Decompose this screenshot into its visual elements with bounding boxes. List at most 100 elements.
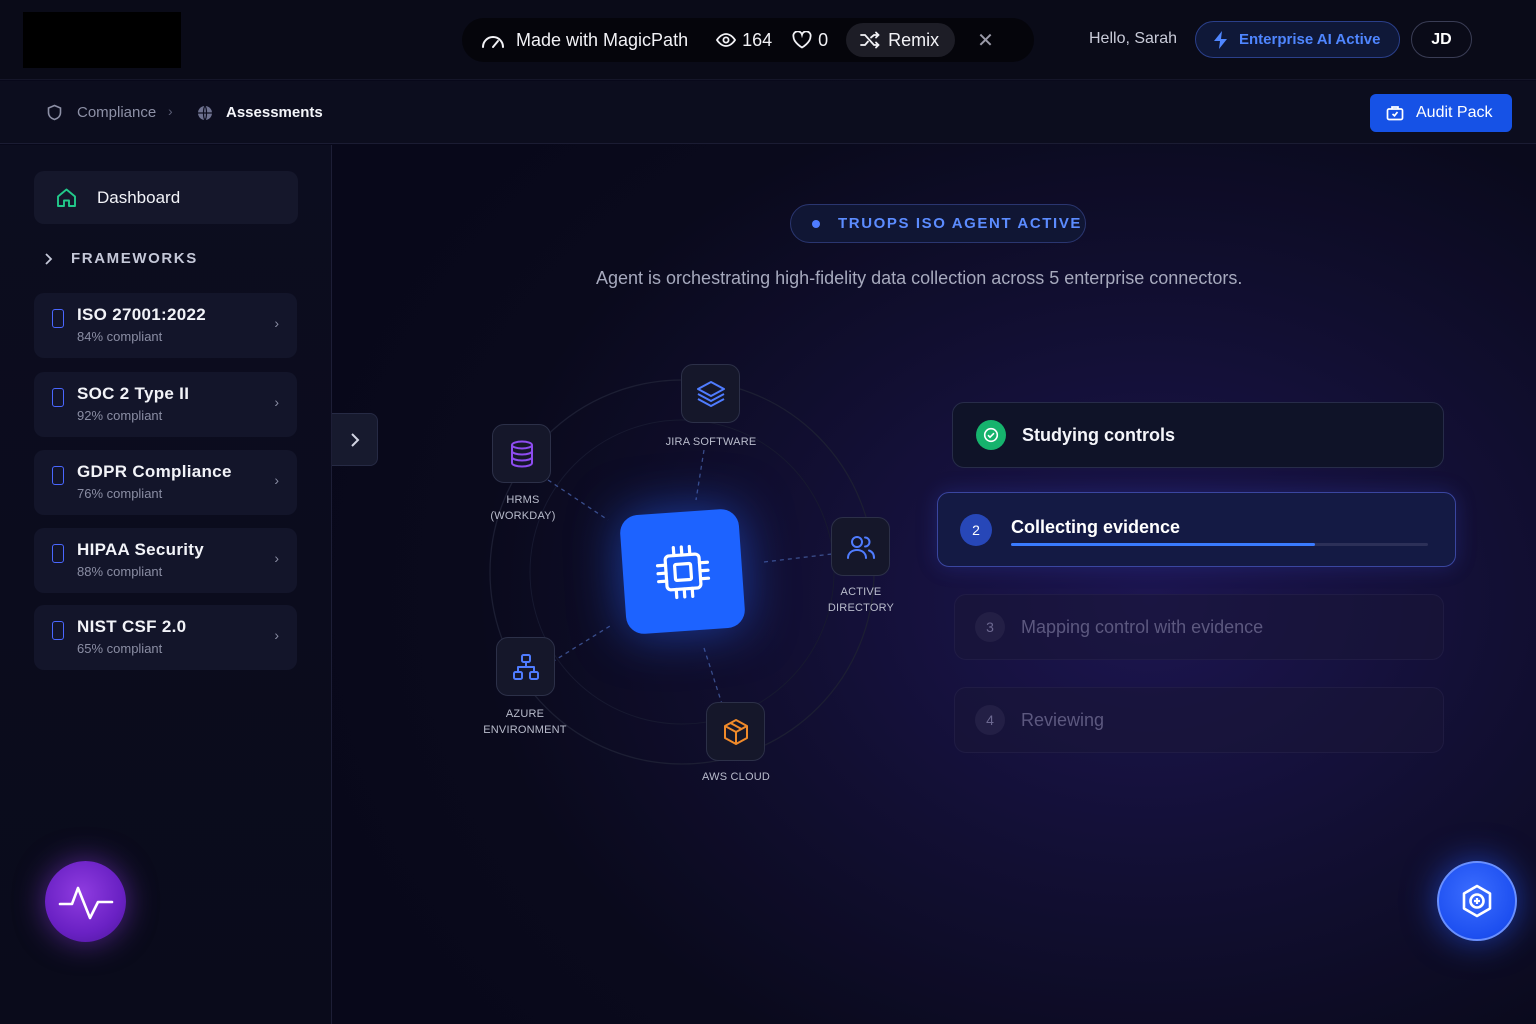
sidebar-collapse-toggle[interactable] xyxy=(332,413,378,466)
likes-count: 0 xyxy=(818,29,829,50)
agent-description: Agent is orchestrating high-fidelity dat… xyxy=(596,268,1243,288)
step-label: Reviewing xyxy=(1021,709,1105,730)
step-reviewing: 4 Reviewing xyxy=(954,687,1444,753)
shuffle-icon xyxy=(860,31,880,49)
step-progress-track xyxy=(1011,543,1428,546)
box-icon xyxy=(723,718,748,745)
chevron-right-icon: › xyxy=(274,394,279,410)
close-icon[interactable]: ✕ xyxy=(977,28,994,53)
remix-label: Remix xyxy=(888,29,940,50)
gauge-icon xyxy=(482,36,504,48)
check-circle-icon xyxy=(976,420,1006,450)
chevron-right-icon: › xyxy=(274,550,279,566)
step-label: Studying controls xyxy=(1022,424,1175,445)
framework-name: GDPR Compliance xyxy=(77,462,232,481)
breadcrumb-separator-icon: › xyxy=(168,103,173,119)
remix-button[interactable]: Remix xyxy=(846,23,956,57)
breadcrumb-assessments[interactable]: Assessments xyxy=(197,81,323,144)
briefcase-icon xyxy=(1386,106,1404,121)
activity-icon xyxy=(58,886,113,919)
connector-active-directory[interactable] xyxy=(831,517,890,576)
step-progress-fill xyxy=(1011,543,1316,546)
network-icon xyxy=(512,653,539,680)
framework-name: NIST CSF 2.0 xyxy=(77,617,187,636)
eye-icon xyxy=(716,33,737,47)
layers-icon xyxy=(696,380,725,407)
framework-item-nist[interactable]: NIST CSF 2.0 65% compliant › xyxy=(34,605,297,670)
step-number: 2 xyxy=(960,513,992,546)
views-count: 164 xyxy=(742,29,773,50)
breadcrumb-assessments-label: Assessments xyxy=(226,104,323,121)
activity-button[interactable] xyxy=(45,861,126,942)
connector-hrms[interactable] xyxy=(492,424,551,483)
heart-icon[interactable] xyxy=(792,31,812,49)
connector-azure-line2: ENVIRONMENT xyxy=(483,724,567,736)
agent-status-badge: TRUOPS ISO AGENT ACTIVE xyxy=(790,204,1086,243)
connector-aws[interactable] xyxy=(706,702,765,761)
framework-status: 76% compliant xyxy=(77,486,163,501)
step-number: 4 xyxy=(975,705,1005,735)
views-stat: 164 xyxy=(716,30,772,51)
enterprise-ai-badge[interactable]: Enterprise AI Active xyxy=(1195,21,1400,58)
globe-icon xyxy=(198,105,212,120)
chevron-right-icon: › xyxy=(274,472,279,488)
connector-aws-label: AWS CLOUD xyxy=(701,771,770,783)
connector-azure[interactable] xyxy=(496,637,555,696)
connector-jira-label: JIRA SOFTWARE xyxy=(665,436,757,448)
magicpath-banner: Made with MagicPath 164 0 Remix ✕ xyxy=(462,18,1034,62)
audit-pack-label: Audit Pack xyxy=(1416,104,1493,121)
breadcrumb-compliance-label: Compliance xyxy=(77,104,157,121)
step-number: 3 xyxy=(975,612,1005,642)
connector-ad-label: ACTIVE DIRECTORY xyxy=(811,584,911,616)
framework-name: HIPAA Security xyxy=(77,540,205,559)
sidebar-item-dashboard[interactable]: Dashboard xyxy=(34,171,298,224)
connector-azure-label: AZURE ENVIRONMENT xyxy=(470,706,580,738)
avatar[interactable]: JD xyxy=(1411,21,1472,58)
framework-item-iso27001[interactable]: ISO 27001:2022 84% compliant › xyxy=(34,293,297,358)
device-icon xyxy=(52,621,64,640)
cpu-icon xyxy=(655,544,710,599)
frameworks-toggle[interactable]: FRAMEWORKS xyxy=(44,250,198,267)
step-label: Collecting evidence xyxy=(1011,517,1181,537)
agent-status-label: TRUOPS ISO AGENT ACTIVE xyxy=(838,215,1083,232)
connector-hrms-name: HRMS xyxy=(506,494,540,506)
users-icon xyxy=(846,535,875,559)
home-icon xyxy=(57,188,76,207)
security-assistant-button[interactable] xyxy=(1437,861,1517,941)
framework-name: SOC 2 Type II xyxy=(77,384,190,403)
framework-status: 92% compliant xyxy=(77,408,163,423)
agent-core-chip[interactable] xyxy=(618,507,747,636)
step-mapping-control: 3 Mapping control with evidence xyxy=(954,594,1444,660)
device-icon xyxy=(52,544,64,563)
connector-azure-line1: AZURE xyxy=(505,708,545,720)
connector-hrms-label: HRMS (WORKDAY) xyxy=(473,492,573,524)
made-with-label[interactable]: Made with MagicPath xyxy=(516,30,688,51)
status-dot xyxy=(812,219,820,228)
logo xyxy=(23,12,181,68)
frameworks-heading: FRAMEWORKS xyxy=(71,250,198,267)
connector-ad-line2: DIRECTORY xyxy=(827,602,895,614)
dashboard-label: Dashboard xyxy=(97,187,181,207)
database-icon xyxy=(510,440,533,468)
device-icon xyxy=(52,309,64,328)
framework-status: 65% compliant xyxy=(77,641,163,656)
framework-item-gdpr[interactable]: GDPR Compliance 76% compliant › xyxy=(34,450,297,515)
framework-name: ISO 27001:2022 xyxy=(77,305,206,324)
greeting: Hello, Sarah xyxy=(1089,30,1178,47)
connector-ad-line1: ACTIVE xyxy=(840,586,882,598)
lightning-icon xyxy=(1214,30,1227,49)
breadcrumb-compliance[interactable]: Compliance xyxy=(46,81,156,144)
likes-stat[interactable]: 0 xyxy=(792,30,828,51)
device-icon xyxy=(52,388,64,407)
audit-pack-button[interactable]: Audit Pack xyxy=(1370,94,1512,132)
framework-item-soc2[interactable]: SOC 2 Type II 92% compliant › xyxy=(34,372,297,437)
step-label: Mapping control with evidence xyxy=(1021,616,1264,637)
enterprise-badge-label: Enterprise AI Active xyxy=(1239,31,1381,48)
step-studying-controls: Studying controls xyxy=(952,402,1444,468)
connector-hrms-vendor: (WORKDAY) xyxy=(490,510,556,522)
connector-jira[interactable] xyxy=(681,364,740,423)
chevron-right-icon xyxy=(350,432,359,447)
framework-item-hipaa[interactable]: HIPAA Security 88% compliant › xyxy=(34,528,297,593)
top-bar: Made with MagicPath 164 0 Remix ✕ Hello,… xyxy=(0,0,1536,80)
shield-plus-icon xyxy=(1462,884,1492,918)
